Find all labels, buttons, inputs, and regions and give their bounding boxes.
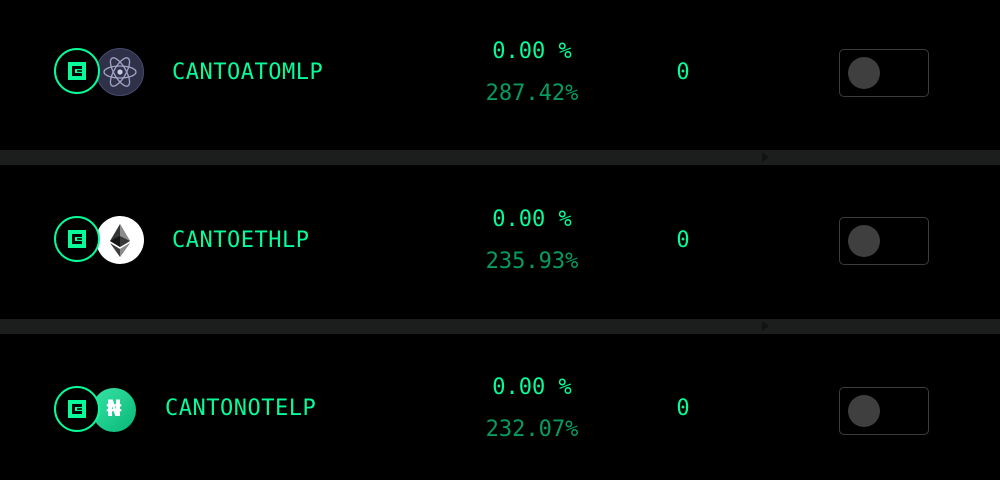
pool-row-cantoethlp[interactable]: CANTOETHLP 0.00 % 235.93% 0	[0, 168, 1000, 316]
toggle-knob	[848, 395, 880, 427]
cosmos-atom-icon	[96, 48, 144, 96]
collateral-toggle[interactable]	[839, 217, 929, 265]
pool-row-cantonotelp[interactable]: ₦ CANTONOTELP 0.00 % 232.07% 0	[0, 336, 1000, 480]
divider-notch	[762, 321, 769, 331]
lp-pool-list: CANTOATOMLP 0.00 % 287.42% 0 CANTOETHLP …	[0, 0, 1000, 480]
toggle-knob	[848, 57, 880, 89]
collateral-toggle[interactable]	[839, 387, 929, 435]
row-divider	[0, 319, 1000, 334]
pool-percent: 0.00 %	[492, 207, 572, 232]
pool-balance: 0	[676, 396, 690, 421]
canto-icon	[54, 386, 100, 432]
pool-apr: 235.93%	[485, 249, 579, 274]
pool-icon-pair	[54, 216, 150, 268]
pool-percent: 0.00 %	[492, 39, 572, 64]
pool-apr: 287.42%	[485, 81, 579, 106]
pool-balance: 0	[676, 228, 690, 253]
ethereum-icon	[96, 216, 144, 264]
divider-notch	[762, 152, 769, 162]
canto-icon	[54, 48, 100, 94]
collateral-toggle[interactable]	[839, 49, 929, 97]
pool-icon-pair	[54, 48, 150, 100]
row-divider	[0, 150, 1000, 165]
pool-apr: 232.07%	[485, 417, 579, 442]
pool-icon-pair: ₦	[54, 386, 150, 438]
pool-percent: 0.00 %	[492, 375, 572, 400]
toggle-knob	[848, 225, 880, 257]
pool-name: CANTOATOMLP	[172, 60, 324, 85]
pool-name: CANTONOTELP	[165, 396, 317, 421]
canto-icon	[54, 216, 100, 262]
pool-balance: 0	[676, 60, 690, 85]
pool-name: CANTOETHLP	[172, 228, 310, 253]
pool-row-cantoatomlp[interactable]: CANTOATOMLP 0.00 % 287.42% 0	[0, 0, 1000, 148]
